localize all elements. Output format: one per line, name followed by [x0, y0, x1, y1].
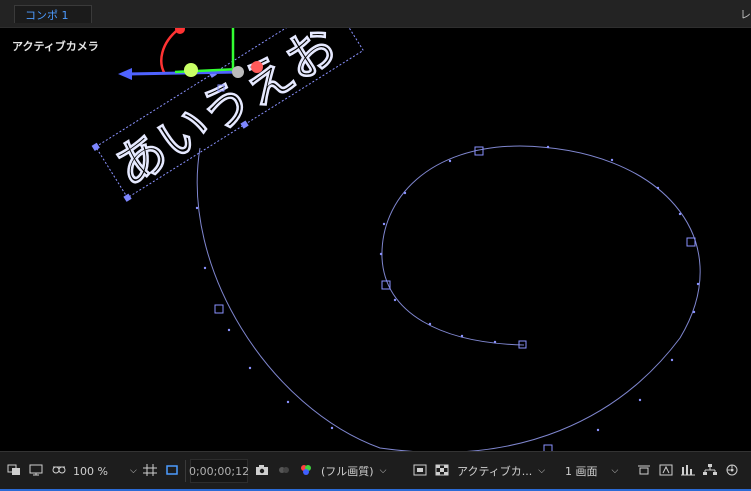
view-value: アクティブカ...	[457, 465, 533, 478]
snapshot-camera-icon[interactable]	[252, 459, 272, 481]
reset-exposure-icon[interactable]	[634, 459, 654, 481]
timeline-icon[interactable]	[678, 459, 698, 481]
top-bar: コンポ 1 レ	[0, 0, 751, 28]
layout-dropdown[interactable]: 1 画面 ⌵	[564, 459, 632, 483]
resolution-value: (フル画質)	[321, 465, 374, 478]
path-keyframe-dots	[195, 145, 700, 432]
timecode-value: 0;00;00;12	[188, 464, 250, 478]
flowchart-icon[interactable]	[700, 459, 720, 481]
composition-viewer[interactable]: アクティブカメラ あいうえお	[0, 28, 751, 451]
monitor-icon[interactable]	[26, 459, 46, 481]
timecode-field[interactable]: 0;00;00;12	[188, 459, 250, 483]
tab-comp-1[interactable]: コンポ 1	[14, 5, 92, 23]
draft-3d-icon[interactable]	[722, 459, 742, 481]
color-channels-icon[interactable]	[296, 459, 316, 481]
fast-preview-icon[interactable]	[410, 459, 430, 481]
viewer-toolbar: 100 % ⌵ 0;00;00;12 (フル画質) ⌵ アクティブカ... ⌵ …	[0, 451, 751, 491]
chevron-down-icon: ⌵	[379, 466, 387, 476]
chevron-down-icon: ⌵	[538, 466, 546, 476]
chevron-down-icon: ⌵	[129, 466, 137, 476]
header-right-label: レ	[740, 8, 751, 21]
chevron-down-icon: ⌵	[611, 466, 619, 476]
keyframe-handles[interactable]	[214, 146, 696, 451]
viewer-canvas: あいうえお	[91, 28, 701, 451]
transparency-grid-icon[interactable]	[432, 459, 452, 481]
resolution-dropdown[interactable]: (フル画質) ⌵	[320, 459, 408, 483]
text-layer[interactable]: あいうえお	[91, 28, 367, 203]
show-snapshot-icon[interactable]	[274, 459, 294, 481]
zoom-value: 100 %	[73, 464, 108, 478]
layout-value: 1 画面	[565, 465, 598, 478]
motion-path[interactable]	[196, 145, 701, 451]
tab-label: コンポ 1	[25, 9, 69, 22]
mask-visibility-icon[interactable]	[48, 459, 70, 481]
grow-bounds-icon[interactable]	[4, 459, 24, 481]
region-of-interest-icon[interactable]	[162, 459, 182, 481]
grid-guides-icon[interactable]	[140, 459, 160, 481]
view-dropdown[interactable]: アクティブカ... ⌵	[456, 459, 558, 483]
zoom-dropdown[interactable]: 100 % ⌵	[72, 459, 140, 483]
svg-text:あいうえお: あいうえお	[105, 28, 348, 197]
toggle-3d-view-icon[interactable]	[656, 459, 676, 481]
